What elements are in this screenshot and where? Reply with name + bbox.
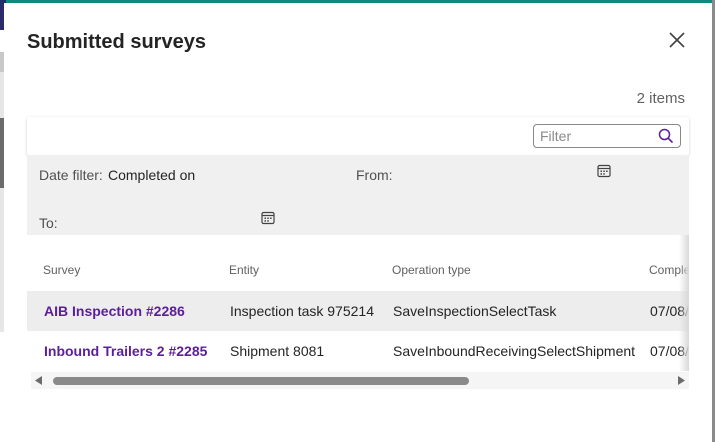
close-button[interactable] <box>664 27 690 53</box>
grid-overflow-shadow <box>679 235 689 371</box>
entity-cell: Shipment 8081 <box>230 343 325 359</box>
dialog-title: Submitted surveys <box>27 31 206 53</box>
column-header-operation-type[interactable]: Operation type <box>392 263 471 277</box>
calendar-icon[interactable] <box>597 164 611 178</box>
filter-box[interactable] <box>533 124 681 148</box>
grid-toolbar <box>27 117 689 155</box>
calendar-icon[interactable] <box>261 211 275 225</box>
to-label: To: <box>39 215 58 231</box>
search-icon[interactable] <box>658 128 674 144</box>
column-header-entity[interactable]: Entity <box>229 263 259 277</box>
table-row[interactable]: AIB Inspection #2286 Inspection task 975… <box>27 291 689 331</box>
scrollbar-thumb[interactable] <box>53 377 469 385</box>
date-filter-panel: Date filter: Completed on From: To: <box>27 155 689 235</box>
table-row[interactable]: Inbound Trailers 2 #2285 Shipment 8081 S… <box>27 331 689 371</box>
item-count: 2 items <box>636 90 685 107</box>
caret-left-icon[interactable] <box>35 376 43 385</box>
date-filter-select[interactable]: Completed on <box>108 167 195 183</box>
submitted-surveys-dialog: Submitted surveys 2 items Date filter: C… <box>4 3 712 442</box>
close-icon <box>669 32 685 48</box>
caret-right-icon[interactable] <box>677 376 685 385</box>
surveys-grid: Survey Entity Operation type Comple AIB … <box>27 235 689 390</box>
survey-link[interactable]: AIB Inspection #2286 <box>44 303 185 319</box>
column-header-survey[interactable]: Survey <box>43 263 80 277</box>
entity-cell: Inspection task 975214 <box>230 303 374 319</box>
operation-type-cell: SaveInspectionSelectTask <box>393 303 557 319</box>
horizontal-scrollbar[interactable] <box>31 372 689 389</box>
from-label: From: <box>356 167 393 183</box>
date-filter-label: Date filter: <box>39 167 103 183</box>
operation-type-cell: SaveInboundReceivingSelectShipment <box>393 343 636 359</box>
filter-input[interactable] <box>534 125 664 147</box>
survey-link[interactable]: Inbound Trailers 2 #2285 <box>44 343 207 359</box>
